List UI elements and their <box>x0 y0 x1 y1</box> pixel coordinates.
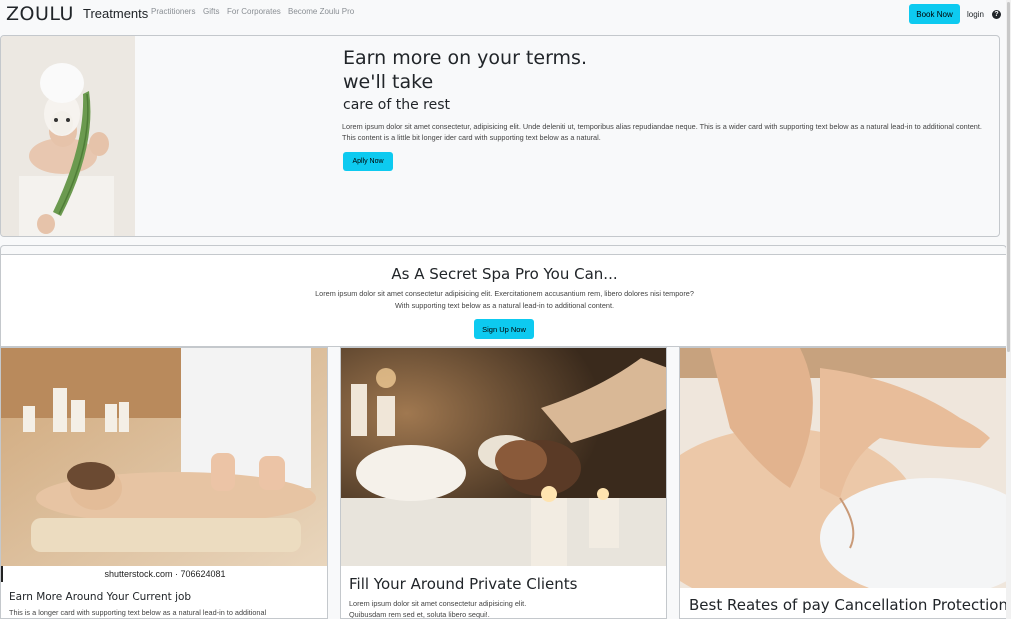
card-facial-massage-image <box>341 348 666 566</box>
card-text: This is a longer card with supporting te… <box>9 608 267 617</box>
hero-spa-woman-image <box>1 36 135 236</box>
card-hands-massage-image <box>680 348 1006 588</box>
brand-logo[interactable]: ZOULU <box>6 3 74 25</box>
card-title: Best Reates of pay Cancellation Protecti… <box>689 596 1007 614</box>
secret-spa-line1: Lorem ipsum dolor sit amet consectetur a… <box>315 289 694 298</box>
book-now-button[interactable]: Book Now <box>909 4 960 24</box>
hero-description: Lorem ipsum dolor sit amet consectetur, … <box>342 122 982 142</box>
nav-gifts[interactable]: Gifts <box>203 7 219 16</box>
card-private-clients: Fill Your Around Private Clients Lorem i… <box>340 347 667 619</box>
login-link[interactable]: login <box>967 10 984 19</box>
card-text-line2: Quibusdam rem sed et, soluta libero sequ… <box>349 610 490 619</box>
hero-title-line1: Earn more on your terms. we'll take <box>343 47 587 93</box>
navbar: ZOULU Treatments Practitioners Gifts For… <box>0 0 1011 30</box>
nav-treatments[interactable]: Treatments <box>83 6 148 21</box>
card-current-job: shutterstock.com · 706624081 Earn More A… <box>0 347 328 619</box>
hero-title-line2: care of the rest <box>343 97 451 113</box>
nav-for-corporates[interactable]: For Corporates <box>227 7 281 16</box>
secret-spa-description: Lorem ipsum dolor sit amet consectetur a… <box>1 288 1008 312</box>
apply-now-button[interactable]: Aplly Now <box>343 152 393 171</box>
card-title: Fill Your Around Private Clients <box>349 575 578 593</box>
secret-spa-line2: With supporting text below as a natural … <box>394 301 615 310</box>
sign-up-button[interactable]: Sign Up Now <box>474 319 534 339</box>
card-text: Lorem ipsum dolor sit amet consectetur a… <box>349 598 659 619</box>
card-massage-back-image <box>1 348 327 566</box>
image-caption: shutterstock.com · 706624081 <box>1 566 327 582</box>
card-text-line1: Lorem ipsum dolor sit amet consectetur a… <box>349 599 527 608</box>
nav-practitioners[interactable]: Practitioners <box>151 7 195 16</box>
secret-spa-title: As A Secret Spa Pro You Can... <box>391 265 618 283</box>
card-title: Earn More Around Your Current job <box>9 591 192 603</box>
secret-spa-section: As A Secret Spa Pro You Can... Lorem ips… <box>0 254 1007 347</box>
help-icon[interactable]: ? <box>992 10 1001 19</box>
scrollbar-thumb[interactable] <box>1007 2 1010 352</box>
hero-card: Earn more on your terms. we'll take care… <box>0 35 1000 237</box>
nav-become-pro[interactable]: Become Zoulu Pro <box>288 7 354 16</box>
card-best-rates: Best Reates of pay Cancellation Protecti… <box>679 347 1007 619</box>
